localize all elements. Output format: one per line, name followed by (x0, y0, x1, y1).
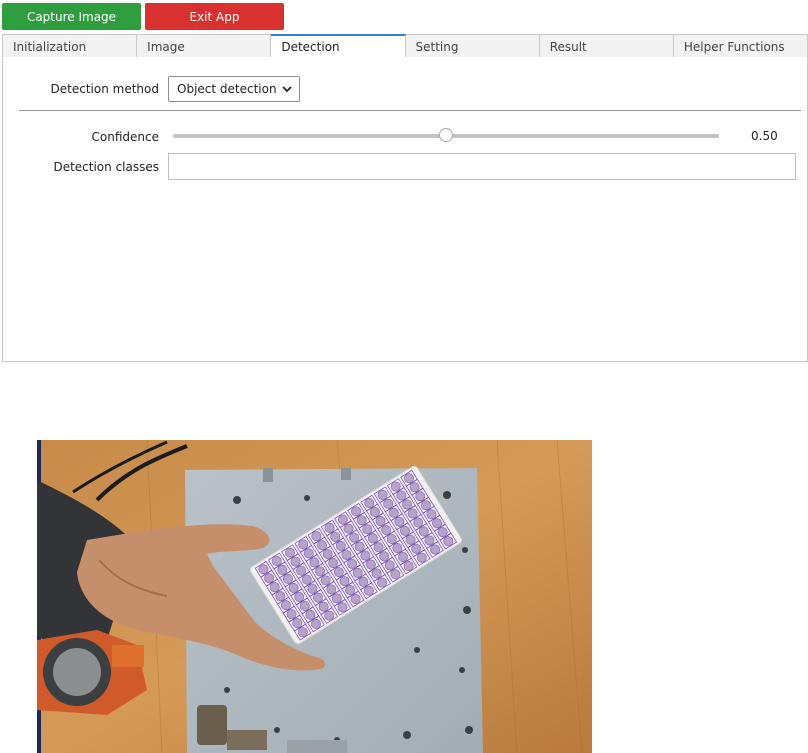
tab-detection[interactable]: Detection (271, 34, 406, 58)
detection-classes-label: Detection classes (53, 160, 159, 174)
detection-classes-input[interactable] (168, 153, 796, 180)
capture-image-button[interactable]: Capture Image (2, 3, 141, 30)
confidence-slider-thumb[interactable] (439, 128, 453, 142)
detection-panel: Detection method Object detection Confid… (2, 57, 808, 362)
tab-result[interactable]: Result (539, 34, 674, 58)
camera-frame-image (37, 440, 592, 753)
tab-bar: Initialization Image Detection Setting R… (2, 34, 808, 58)
confidence-slider[interactable] (173, 128, 719, 142)
tab-setting[interactable]: Setting (405, 34, 540, 58)
tab-image[interactable]: Image (137, 34, 272, 58)
tab-initialization[interactable]: Initialization (2, 34, 138, 58)
detection-method-value: Object detection (177, 82, 277, 96)
detection-method-label: Detection method (50, 82, 159, 96)
tab-helper-functions[interactable]: Helper Functions (673, 34, 808, 58)
confidence-label: Confidence (91, 130, 159, 144)
detection-method-select[interactable]: Object detection (168, 76, 300, 102)
divider (19, 110, 801, 111)
chevron-down-icon (282, 86, 292, 93)
confidence-value: 0.50 (751, 129, 778, 143)
exit-app-button[interactable]: Exit App (145, 3, 284, 30)
